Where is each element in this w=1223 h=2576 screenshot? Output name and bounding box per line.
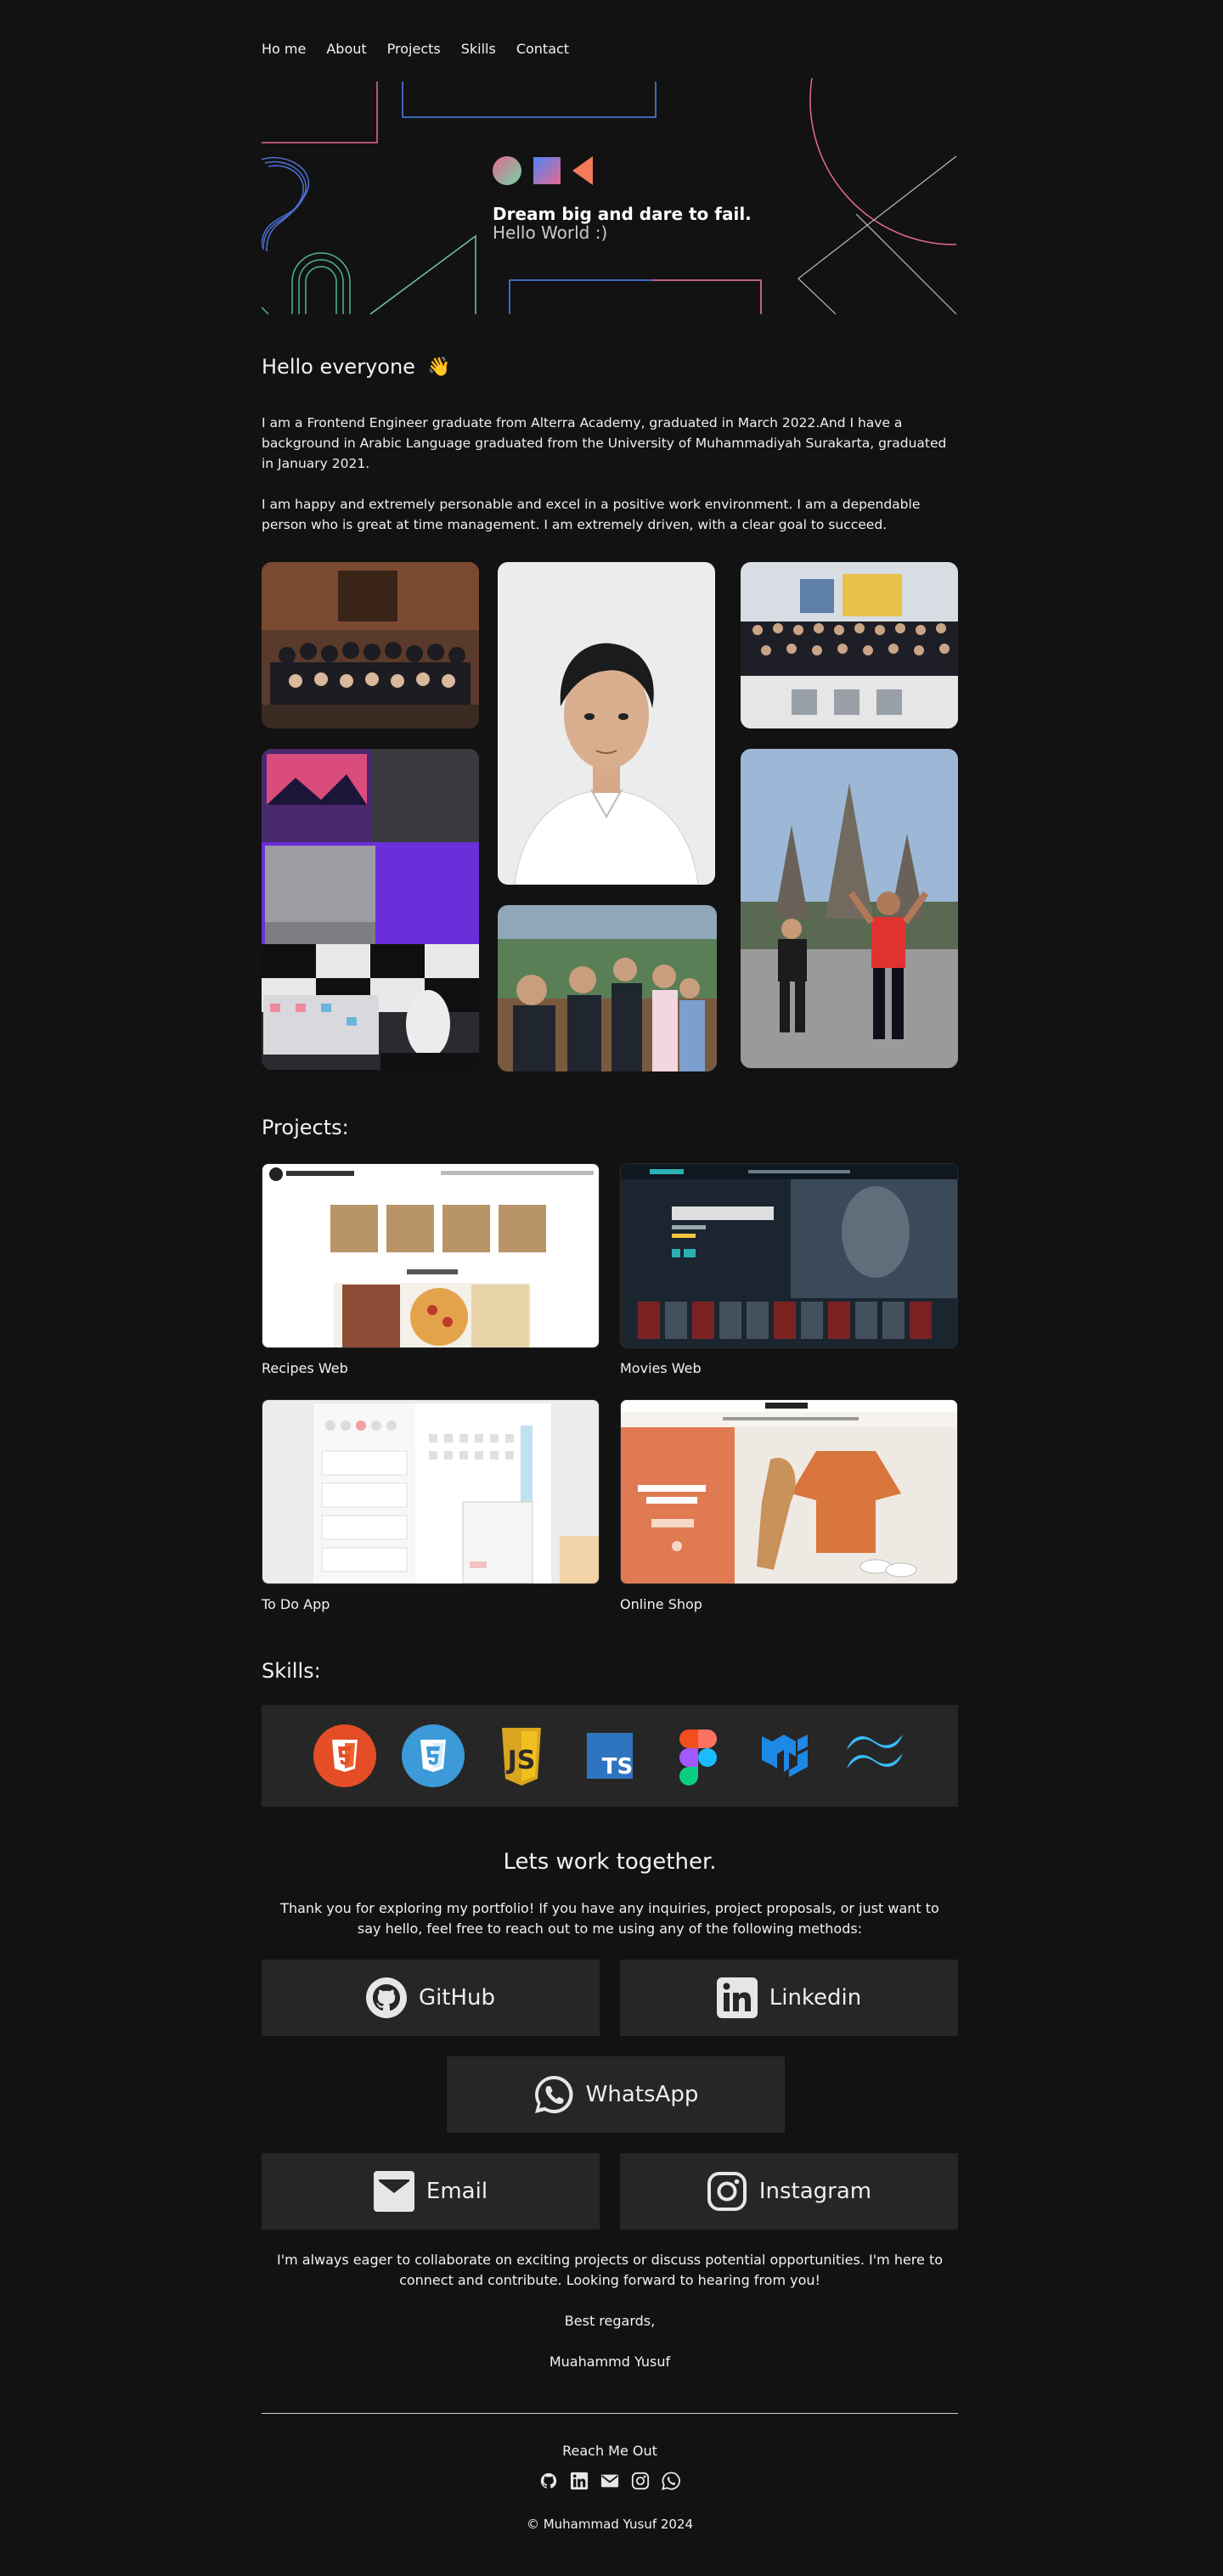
contact-signature: Muahammd Yusuf [549,2354,671,2370]
material-ui-icon [755,1724,818,1787]
whatsapp-label: WhatsApp [585,2082,699,2107]
html5-icon [313,1724,376,1787]
triangle-shape-icon [572,156,593,185]
project-label-movies: Movies Web [620,1360,702,1376]
contact-outro: I'm always eager to collaborate on excit… [276,2252,944,2288]
contact-title: Lets work together. [503,1849,717,1875]
footer-divider [262,2413,958,2414]
project-card-shop[interactable]: Online Shop [620,1399,958,1612]
github-label: GitHub [418,1985,496,2011]
email-label: Email [426,2179,488,2204]
footer-whatsapp-icon[interactable] [661,2471,681,2491]
javascript-icon: JS [490,1724,553,1787]
github-button[interactable]: GitHub [262,1960,600,2036]
project-card-todo[interactable]: To Do App [262,1399,600,1612]
copyright-text: © Muhammad Yusuf 2024 [526,2517,694,2532]
group-photo-1 [262,562,479,728]
svg-text:JS: JS [506,1746,536,1775]
whatsapp-button[interactable]: WhatsApp [447,2056,785,2133]
top-nav: Ho me About Projects Skills Contact [262,41,569,57]
circle-shape-icon [493,156,521,185]
footer-linkedin-icon[interactable] [569,2471,589,2491]
whatsapp-icon [533,2074,574,2115]
recipes-thumbnail[interactable] [262,1163,600,1348]
github-icon [365,1977,407,2018]
skills-heading: Skills: [262,1659,321,1683]
nav-about[interactable]: About [326,41,366,57]
nav-skills[interactable]: Skills [461,41,496,57]
shop-thumbnail[interactable] [620,1399,958,1584]
greeting-text: Hello everyone [262,355,415,379]
nav-contact[interactable]: Contact [516,41,569,57]
linkedin-label: Linkedin [769,1985,862,2011]
project-card-recipes[interactable]: Recipes Web [262,1163,600,1376]
footer-instagram-icon[interactable] [630,2471,651,2491]
footer-title: Reach Me Out [562,2443,657,2459]
desk-setup-photo [262,749,479,1070]
about-greeting: Hello everyone 👋 [262,355,450,379]
square-shape-icon [533,157,561,184]
hero-banner: Dream big and dare to fail. Hello World … [262,78,958,316]
temple-photo [741,749,958,1068]
portrait-photo [498,562,715,885]
footer-mail-icon[interactable] [600,2471,620,2491]
linkedin-button[interactable]: Linkedin [620,1960,958,2036]
email-button[interactable]: Email [262,2153,600,2230]
hero-decorative-lines [262,78,957,315]
hero-tagline: Dream big and dare to fail. [493,204,752,224]
movies-thumbnail[interactable] [620,1163,958,1348]
css3-icon [402,1724,465,1787]
instagram-button[interactable]: Instagram [620,2153,958,2230]
contact-regards: Best regards, [564,2313,656,2329]
typescript-icon: TS [578,1724,641,1787]
about-paragraph-1: I am a Frontend Engineer graduate from A… [262,415,947,471]
linkedin-icon [716,1977,758,2018]
contact-intro: Thank you for exploring my portfolio! If… [280,1900,939,1937]
friends-selfie-photo [498,905,717,1071]
figma-icon [667,1724,730,1787]
svg-text:TS: TS [602,1754,633,1780]
footer-social-icons [262,2471,958,2491]
hero-shapes [493,156,593,185]
instagram-label: Instagram [758,2179,872,2204]
project-label-recipes: Recipes Web [262,1360,348,1376]
todo-thumbnail[interactable] [262,1399,600,1584]
project-label-shop: Online Shop [620,1596,702,1612]
wave-hand-icon: 👋 [426,356,451,378]
skills-panel: JS TS [262,1705,958,1807]
nav-projects[interactable]: Projects [387,41,441,57]
project-label-todo: To Do App [262,1596,330,1612]
about-paragraph-2: I am happy and extremely personable and … [262,497,921,532]
tailwind-icon [843,1724,906,1787]
instagram-icon [707,2171,747,2212]
mail-icon [373,2171,414,2212]
nav-home[interactable]: Ho me [262,41,306,57]
projects-heading: Projects: [262,1116,349,1139]
group-photo-2 [741,562,958,728]
footer-github-icon[interactable] [538,2471,559,2491]
project-card-movies[interactable]: Movies Web [620,1163,958,1376]
hero-subtitle: Hello World :) [493,222,608,243]
